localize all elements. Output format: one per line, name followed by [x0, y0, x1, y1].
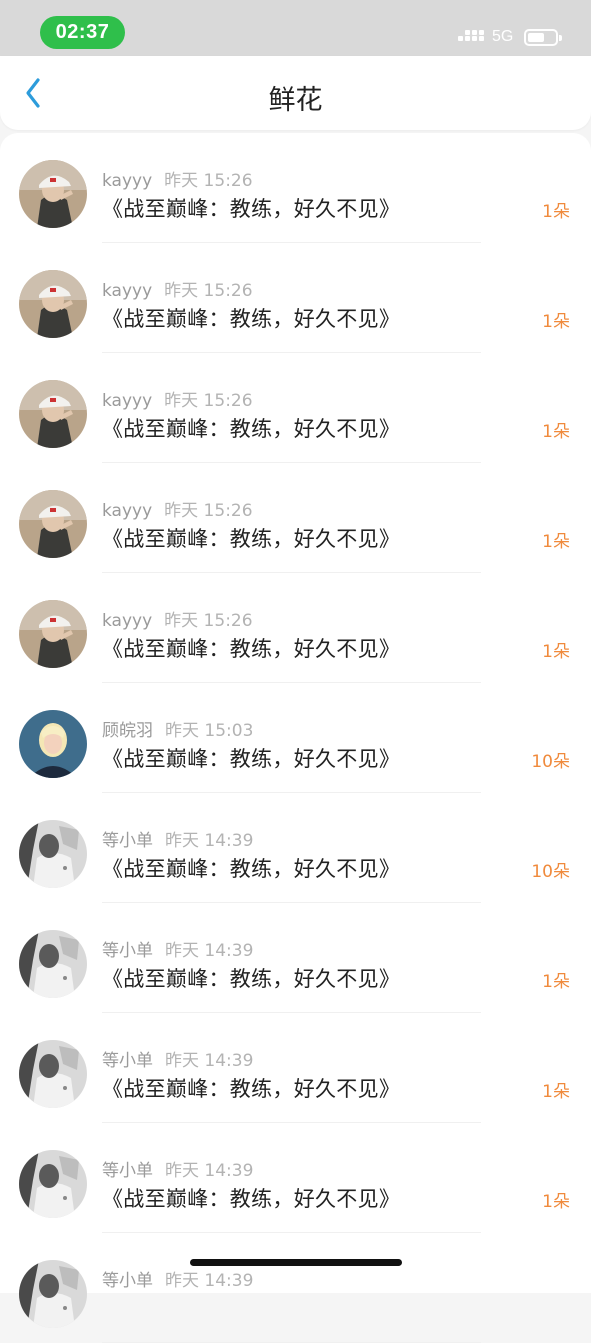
item-time: 昨天 14:39: [165, 1051, 254, 1071]
flower-count: 1朵: [542, 202, 570, 222]
item-meta: 等小单 昨天 14:39: [102, 1156, 253, 1181]
network-label: 5G: [492, 28, 514, 45]
list-item[interactable]: kayyy 昨天 15:26 《战至巅峰：教练，好久不见》 1朵: [0, 353, 591, 463]
item-time: 昨天 15:26: [164, 611, 253, 631]
avatar[interactable]: [19, 1260, 87, 1328]
item-time: 昨天 15:26: [164, 391, 253, 411]
list-item[interactable]: 顾皖羽 昨天 15:03 《战至巅峰：教练，好久不见》 10朵: [0, 683, 591, 793]
flower-count: 1朵: [542, 312, 570, 332]
item-user[interactable]: kayyy: [102, 611, 152, 631]
flower-count: 1朵: [542, 532, 570, 552]
item-title: 《战至巅峰：教练，好久不见》: [102, 1187, 401, 1211]
list-item[interactable]: 等小单 昨天 14:39 《战至巅峰：教练，好久不见》 10朵: [0, 793, 591, 903]
avatar[interactable]: [19, 270, 87, 338]
item-user[interactable]: 等小单: [102, 831, 153, 851]
flower-count: 10朵: [531, 862, 570, 882]
item-user[interactable]: kayyy: [102, 171, 152, 191]
page-title: 鲜花: [268, 85, 323, 116]
list-item[interactable]: 等小单 昨天 14:39 《战至巅峰：教练，好久不见》 1朵: [0, 1013, 591, 1123]
item-meta: 等小单 昨天 14:39: [102, 826, 253, 851]
avatar[interactable]: [19, 820, 87, 888]
flower-count: 1朵: [542, 972, 570, 992]
item-meta: kayyy 昨天 15:26: [102, 386, 253, 411]
item-meta: kayyy 昨天 15:26: [102, 166, 253, 191]
item-time: 昨天 14:39: [165, 1161, 254, 1181]
item-title: 《战至巅峰：教练，好久不见》: [102, 967, 401, 991]
list-item[interactable]: kayyy 昨天 15:26 《战至巅峰：教练，好久不见》 1朵: [0, 243, 591, 353]
item-time: 昨天 15:26: [164, 501, 253, 521]
item-title: 《战至巅峰：教练，好久不见》: [102, 417, 401, 441]
item-user[interactable]: 等小单: [102, 1271, 153, 1291]
status-time: 02:37: [40, 16, 125, 49]
item-meta: 顾皖羽 昨天 15:03: [102, 716, 253, 741]
item-time: 昨天 14:39: [165, 831, 254, 851]
avatar[interactable]: [19, 710, 87, 778]
item-meta: kayyy 昨天 15:26: [102, 606, 253, 631]
list-item[interactable]: 等小单 昨天 14:39 《战至巅峰：教练，好久不见》 1朵: [0, 1123, 591, 1233]
item-title: 《战至巅峰：教练，好久不见》: [102, 1077, 401, 1101]
flower-count: 1朵: [542, 642, 570, 662]
item-title: 《战至巅峰：教练，好久不见》: [102, 527, 401, 551]
flower-count: 1朵: [542, 422, 570, 442]
item-title: 《战至巅峰：教练，好久不见》: [102, 747, 401, 771]
item-user[interactable]: 顾皖羽: [102, 721, 153, 741]
avatar[interactable]: [19, 160, 87, 228]
item-title: 《战至巅峰：教练，好久不见》: [102, 307, 401, 331]
list-item[interactable]: kayyy 昨天 15:26 《战至巅峰：教练，好久不见》 1朵: [0, 133, 591, 243]
item-user[interactable]: kayyy: [102, 391, 152, 411]
item-user[interactable]: kayyy: [102, 501, 152, 521]
flower-count: 1朵: [542, 1082, 570, 1102]
item-user[interactable]: 等小单: [102, 1051, 153, 1071]
nav-bar: 鲜花: [0, 56, 591, 130]
list-item[interactable]: 等小单 昨天 14:39 《战至巅峰：教练，好久不见》 1朵: [0, 903, 591, 1013]
item-title: 《战至巅峰：教练，好久不见》: [102, 637, 401, 661]
list-item[interactable]: kayyy 昨天 15:26 《战至巅峰：教练，好久不见》 1朵: [0, 463, 591, 573]
avatar[interactable]: [19, 1150, 87, 1218]
flower-count: 1朵: [542, 1192, 570, 1212]
item-user[interactable]: 等小单: [102, 941, 153, 961]
signal-icon: [458, 30, 484, 46]
item-title: 《战至巅峰：教练，好久不见》: [102, 857, 401, 881]
item-meta: 等小单 昨天 14:39: [102, 1266, 253, 1291]
home-indicator: [190, 1259, 402, 1266]
item-time: 昨天 15:26: [164, 281, 253, 301]
avatar[interactable]: [19, 600, 87, 668]
list-item[interactable]: kayyy 昨天 15:26 《战至巅峰：教练，好久不见》 1朵: [0, 573, 591, 683]
item-meta: kayyy 昨天 15:26: [102, 276, 253, 301]
flower-count: 10朵: [531, 752, 570, 772]
item-meta: 等小单 昨天 14:39: [102, 936, 253, 961]
avatar[interactable]: [19, 490, 87, 558]
status-bar: 02:37 5G: [0, 0, 591, 56]
item-time: 昨天 15:26: [164, 171, 253, 191]
list-item[interactable]: 等小单 昨天 14:39: [0, 1233, 591, 1343]
avatar[interactable]: [19, 380, 87, 448]
battery-icon: [524, 29, 562, 46]
item-user[interactable]: kayyy: [102, 281, 152, 301]
avatar[interactable]: [19, 930, 87, 998]
item-title: 《战至巅峰：教练，好久不见》: [102, 197, 401, 221]
item-time: 昨天 14:39: [165, 1271, 254, 1291]
item-time: 昨天 15:03: [165, 721, 254, 741]
item-meta: 等小单 昨天 14:39: [102, 1046, 253, 1071]
item-user[interactable]: 等小单: [102, 1161, 153, 1181]
item-time: 昨天 14:39: [165, 941, 254, 961]
avatar[interactable]: [19, 1040, 87, 1108]
item-meta: kayyy 昨天 15:26: [102, 496, 253, 521]
flower-list: kayyy 昨天 15:26 《战至巅峰：教练，好久不见》 1朵 kayyy 昨天 15:…: [0, 133, 591, 1343]
